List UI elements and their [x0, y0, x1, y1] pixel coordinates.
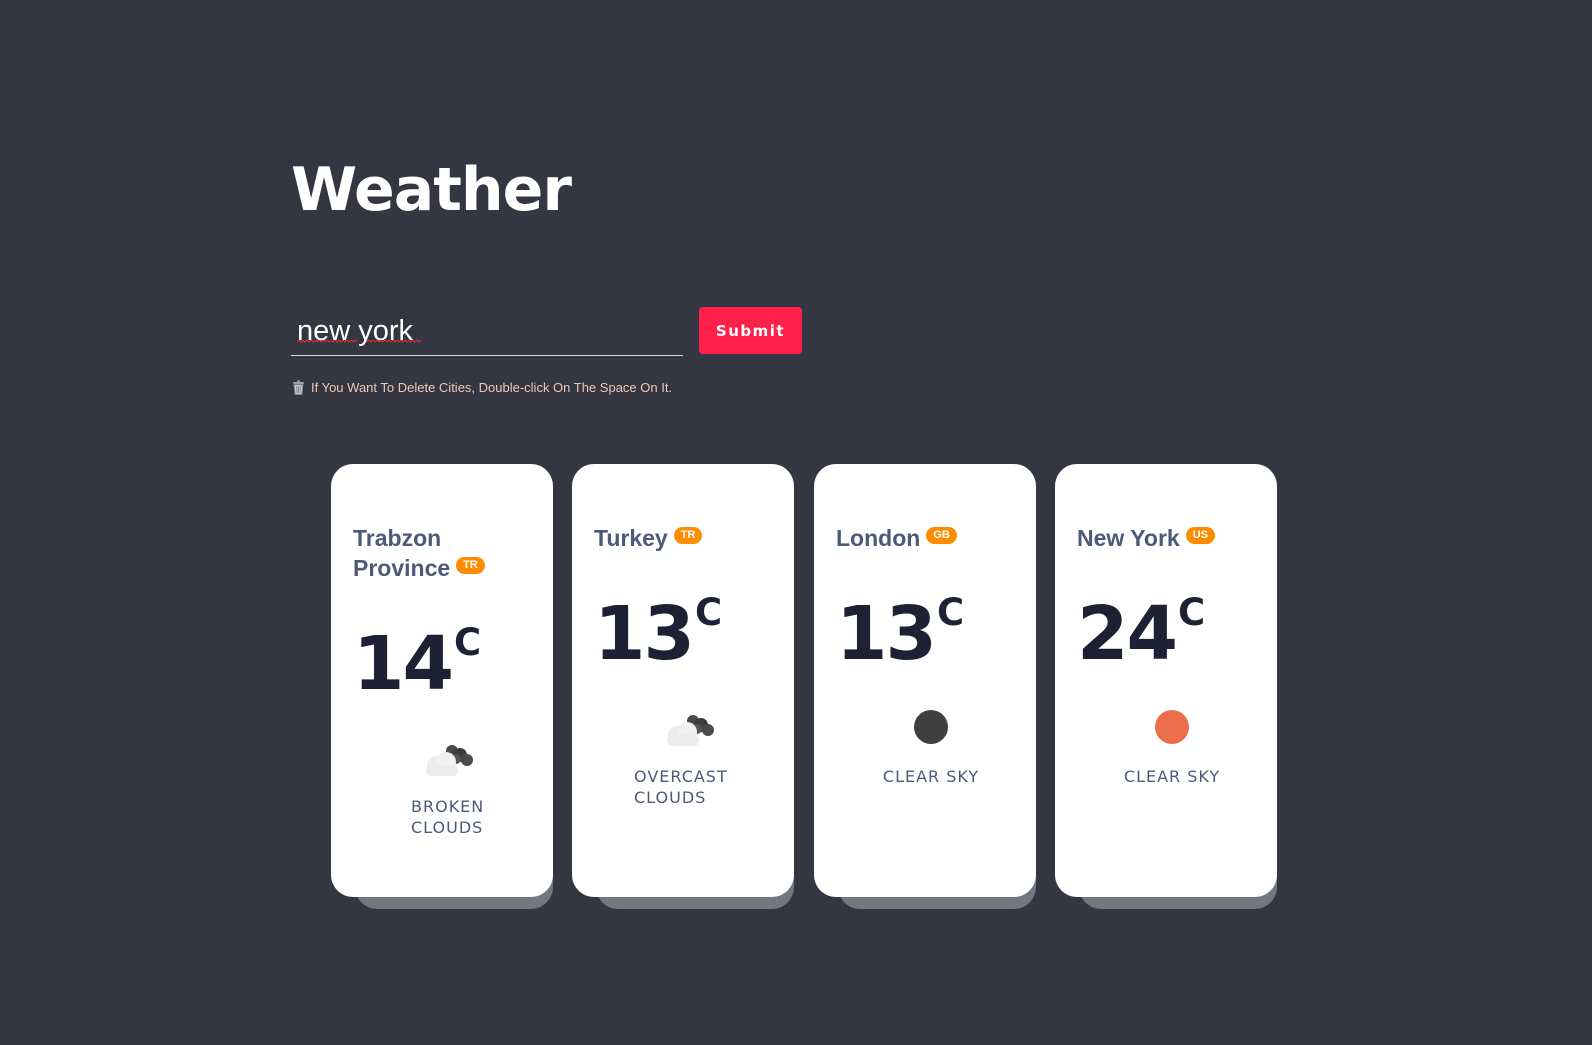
- temperature-unit: C: [453, 621, 482, 664]
- moon-icon: [914, 710, 948, 744]
- submit-button[interactable]: Submit: [699, 307, 802, 354]
- broken-clouds-icon: [426, 745, 473, 776]
- city-name: London GB: [836, 523, 986, 553]
- city-card[interactable]: London GB 13C CLEAR SKY: [814, 464, 1036, 897]
- country-badge: TR: [456, 557, 485, 574]
- country-badge: GB: [926, 527, 957, 544]
- city-card-new-york[interactable]: New York US 24C CLEAR SKY: [1055, 464, 1277, 909]
- city-card-trabzon[interactable]: Trabzon Province TR 14C BROKEN CLOUDS: [331, 464, 553, 909]
- city-name: Turkey TR: [594, 523, 744, 553]
- temperature-unit: C: [936, 591, 965, 634]
- city-name: New York US: [1077, 523, 1227, 553]
- city-label: London: [836, 525, 921, 551]
- temperature-unit: C: [1177, 591, 1206, 634]
- weather-icon-row: [353, 731, 543, 783]
- temperature-value: 13: [594, 591, 695, 677]
- sun-icon: [1155, 710, 1189, 744]
- weather-description: BROKEN CLOUDS: [411, 797, 485, 837]
- temperature-value: 24: [1077, 591, 1178, 677]
- temperature: 13C: [836, 555, 1026, 692]
- city-label: New York: [1077, 525, 1180, 551]
- weather-description: CLEAR SKY: [1123, 767, 1221, 786]
- city-search-input[interactable]: [291, 308, 683, 356]
- city-label: Trabzon Province: [353, 525, 451, 581]
- temperature: 13C: [594, 555, 784, 692]
- delete-hint: If You Want To Delete Cities, Double-cli…: [292, 380, 672, 395]
- temperature: 24C: [1077, 555, 1267, 692]
- trash-icon: [293, 380, 304, 395]
- overcast-clouds-icon: [667, 715, 714, 746]
- city-name: Trabzon Province TR: [353, 523, 503, 583]
- city-card-london[interactable]: London GB 13C CLEAR SKY: [814, 464, 1036, 909]
- search-form: Submit: [291, 300, 811, 360]
- weather-icon-row: [1077, 701, 1267, 753]
- hint-text: If You Want To Delete Cities, Double-cli…: [311, 380, 673, 395]
- temperature-value: 13: [836, 591, 937, 677]
- city-label: Turkey: [594, 525, 668, 551]
- country-badge: TR: [673, 527, 703, 544]
- temperature: 14C: [353, 585, 543, 722]
- city-card[interactable]: Turkey TR 13C OVERCAST CLOUDS: [572, 464, 794, 897]
- weather-icon-row: [594, 701, 784, 753]
- city-card[interactable]: New York US 24C CLEAR SKY: [1055, 464, 1277, 897]
- weather-description: CLEAR SKY: [882, 767, 980, 786]
- city-card-turkey[interactable]: Turkey TR 13C OVERCAST CLOUDS: [572, 464, 794, 909]
- weather-description: OVERCAST CLOUDS: [634, 767, 728, 807]
- city-card[interactable]: Trabzon Province TR 14C BROKEN CLOUDS: [331, 464, 553, 897]
- temperature-value: 14: [353, 621, 454, 707]
- page-title: Weather: [291, 155, 572, 225]
- temperature-unit: C: [694, 591, 723, 634]
- country-badge: US: [1185, 527, 1215, 544]
- weather-icon-row: [836, 701, 1026, 753]
